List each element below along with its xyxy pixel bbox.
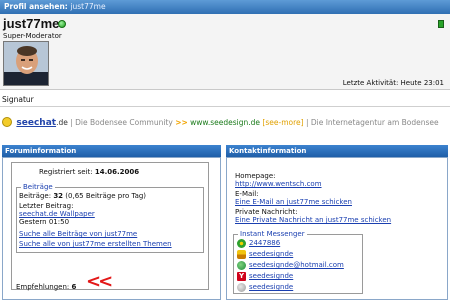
profile-username: just77me	[3, 16, 60, 31]
email-link[interactable]: Eine E-Mail an just77me schicken	[235, 198, 352, 206]
im-msn-link[interactable]: seedesignde@hotmail.com	[249, 261, 344, 269]
pm-link[interactable]: Eine Private Nachricht an just77me schic…	[235, 216, 391, 224]
last-post-link[interactable]: seechat.de Wallpaper	[19, 210, 95, 218]
recommendations-count: 6	[71, 283, 77, 291]
signature-site-link[interactable]: seechat	[16, 118, 56, 128]
posts-legend: Beiträge	[21, 183, 55, 191]
annotation-arrows: <<	[86, 271, 113, 292]
avatar	[3, 41, 49, 86]
aim-icon	[237, 250, 246, 259]
last-activity: Letzte Aktivität: Heute 23:01	[342, 79, 444, 87]
skype-icon	[237, 283, 246, 292]
posts-fieldset: Beiträge Beiträge: 32 (0,65 Beiträge pro…	[16, 183, 204, 253]
signature-tagline-1: | Die Bodensee Community	[70, 118, 173, 127]
registered-date: 14.06.2006	[94, 168, 140, 176]
recommendations-row: Empfehlungen: 6	[16, 283, 76, 291]
pm-label: Private Nachricht:	[235, 208, 298, 216]
icq-flower-icon	[237, 239, 246, 248]
recommendations-label: Empfehlungen:	[16, 283, 70, 291]
search-posts-link[interactable]: Suche alle Beiträge von just77me	[19, 230, 137, 238]
im-skype-link[interactable]: seedesignde	[249, 283, 293, 291]
titlebar-username: just77me	[70, 2, 106, 11]
user-role: Super-Moderator	[3, 32, 62, 40]
signature-url-link[interactable]: www.seedesign.de	[190, 118, 260, 127]
online-indicator-icon	[438, 20, 444, 28]
im-legend: Instant Messenger	[238, 230, 307, 238]
registered-label: Registriert seit:	[39, 168, 93, 176]
signature-site-tld: .de	[56, 118, 68, 127]
contact-info-panel: Homepage: http://www.wentsch.com E-Mail:…	[226, 157, 448, 300]
smiley-icon	[2, 117, 12, 127]
im-icq-link[interactable]: 2447886	[249, 239, 280, 247]
last-post-time: Gestern 01:50	[19, 218, 70, 226]
posts-count: 32	[53, 192, 64, 200]
email-label: E-Mail:	[235, 190, 259, 198]
signature-more-link[interactable]: [see-more]	[262, 118, 303, 127]
msn-icon	[237, 261, 246, 270]
signature-arrows: >>	[175, 118, 188, 127]
contact-info-heading: Kontaktinformation	[226, 145, 448, 157]
homepage-link[interactable]: http://www.wentsch.com	[235, 180, 322, 188]
last-post-label: Letzter Beitrag:	[19, 202, 74, 210]
search-threads-link[interactable]: Suche alle von just77me erstellten Theme…	[19, 240, 172, 248]
registered-row: Registriert seit: 14.06.2006	[39, 168, 139, 176]
yahoo-icon: Y	[237, 272, 246, 281]
online-status-icon	[58, 20, 66, 28]
posts-label: Beiträge:	[19, 192, 52, 200]
forum-info-heading: Foruminformation	[2, 145, 221, 157]
titlebar-label: Profil ansehen:	[4, 2, 68, 11]
im-fieldset: Instant Messenger 2447886 seedesignde se…	[233, 230, 363, 294]
signature-heading: Signatur	[0, 95, 450, 107]
im-yahoo-link[interactable]: seedesignde	[249, 272, 293, 280]
posts-rate: (0,65 Beiträge pro Tag)	[65, 192, 147, 200]
forum-info-panel: Registriert seit: 14.06.2006 Beiträge Be…	[2, 157, 221, 300]
signature-line: seechat.de | Die Bodensee Community >> w…	[2, 117, 439, 131]
posts-row: Beiträge: 32 (0,65 Beiträge pro Tag)	[19, 192, 146, 200]
signature-tagline-2: | Die Internetagentur am Bodensee	[305, 118, 439, 127]
profile-titlebar: Profil ansehen: just77me	[0, 0, 450, 14]
homepage-label: Homepage:	[235, 172, 276, 180]
im-aim-link[interactable]: seedesignde	[249, 250, 293, 258]
profile-header: just77me Super-Moderator Letzte Aktivitä…	[0, 14, 450, 90]
